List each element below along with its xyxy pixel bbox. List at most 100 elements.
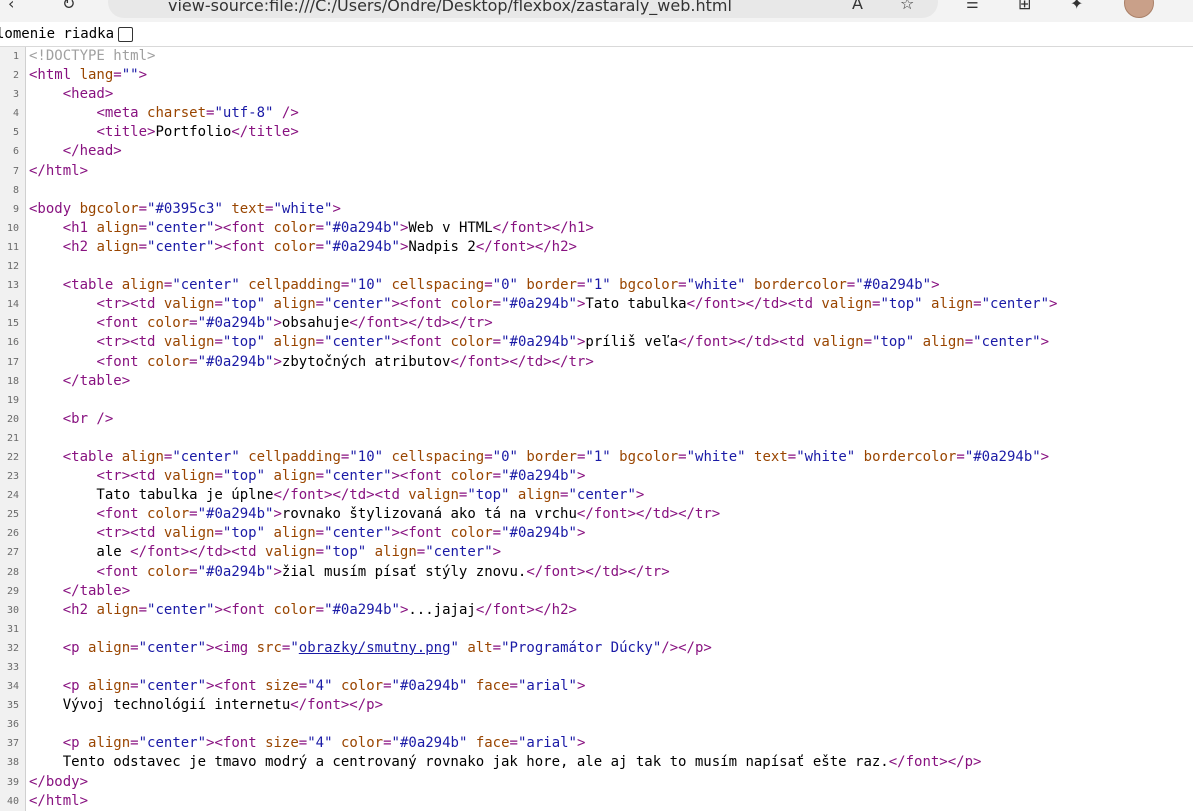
token-tag: <tr><td <box>96 468 164 485</box>
source-line: 13 <table align = "center" cellpadding = "10… <box>0 276 1193 296</box>
line-number: 2 <box>0 66 26 86</box>
token-tag: ><font <box>391 525 451 542</box>
token-tag: > <box>1040 334 1050 351</box>
token-tag: > <box>1040 448 1050 465</box>
token-tag: <font <box>96 563 148 580</box>
add-favorite-icon[interactable]: ☆ <box>900 0 914 13</box>
line-number: 7 <box>0 161 26 181</box>
token-tag: = <box>189 315 198 332</box>
token-text: zbytočných atributov <box>281 353 451 370</box>
token-attr-name: size <box>265 735 299 752</box>
token-tag: <body <box>29 200 80 217</box>
line-code: <!DOCTYPE html> <box>26 47 155 66</box>
token-attr-name: color <box>450 296 493 313</box>
back-icon[interactable]: ‹ <box>8 0 14 14</box>
token-attr-name: align <box>88 639 131 656</box>
line-code: <tr><td valign="top" align="center"><fon… <box>26 467 585 486</box>
token-tag: > <box>138 67 148 84</box>
source-line: 18 </table> <box>0 371 1193 391</box>
token-tag: ><font <box>391 334 451 351</box>
token-tag: <font <box>96 315 148 332</box>
token-tag: = <box>138 601 148 618</box>
line-wrap-label: lomenie riadka <box>0 26 115 42</box>
token-tag: = <box>416 544 426 561</box>
line-number: 39 <box>0 772 26 792</box>
source-line: 31 <box>0 619 1193 639</box>
token-attr-name: face <box>467 678 510 695</box>
line-code: <head> <box>26 85 114 104</box>
token-attr-value: "center" <box>147 601 215 618</box>
token-tag: > <box>332 200 341 217</box>
line-code: <title>Portfolio</title> <box>26 123 298 142</box>
token-attr-value: "arial" <box>517 735 577 752</box>
address-text: view-source:file:///C:/Users/Ondre/Deskt… <box>168 0 732 15</box>
token-attr-name: color <box>147 315 190 332</box>
token-attr-name: color <box>332 678 384 695</box>
token-attr-name: align <box>88 735 131 752</box>
read-aloud-icon[interactable]: A <box>852 0 863 13</box>
token-tag: = <box>214 468 223 485</box>
token-text: žial musím písať stýly znovu. <box>281 563 527 580</box>
source-line: 22 <table align = "center" cellpadding = "10… <box>0 447 1193 468</box>
source-line: 3 <head> <box>0 85 1193 105</box>
token-attr-value: "center" <box>981 296 1050 313</box>
token-tag: /></p> <box>661 639 712 656</box>
address-bar[interactable]: view-source:file:///C:/Users/Ondre/Deskt… <box>108 0 938 18</box>
token-attr-name: border <box>517 448 577 465</box>
token-tag: = <box>956 448 965 465</box>
token-tag: > <box>273 353 282 370</box>
token-tag: = <box>189 563 198 580</box>
line-wrap-checkbox[interactable] <box>118 26 134 42</box>
token-attr-value: "#0a294b" <box>197 506 274 523</box>
token-text: obsahuje <box>281 315 350 332</box>
token-attr-name: color <box>147 353 190 370</box>
token-tag: <table <box>62 277 122 294</box>
source-line: 4 <meta charset="utf-8" /> <box>0 104 1193 124</box>
extensions-icon[interactable]: ✦ <box>1070 0 1083 14</box>
source-line: 20 <br /> <box>0 409 1193 429</box>
token-tag: = <box>678 277 687 294</box>
line-code: <h2 align="center"><font color="#0a294b"… <box>26 238 577 257</box>
token-tag: ><font <box>391 468 451 485</box>
collections-icon[interactable]: ⊞ <box>1018 0 1031 14</box>
token-attr-name: align <box>265 468 316 485</box>
line-code: <tr><td valign="top" align="center"><fon… <box>26 333 1049 352</box>
line-code: <table align = "center" cellpadding = "10" c… <box>26 276 940 295</box>
line-number: 12 <box>0 257 26 277</box>
source-line: 36 <box>0 715 1193 735</box>
token-attr-name: align <box>366 544 417 561</box>
line-code: <h1 align="center"><font color="#0a294b"… <box>26 219 594 238</box>
token-attr-value: " <box>450 639 459 656</box>
token-attr-name: align <box>265 525 316 542</box>
token-attr-name: cellpadding <box>239 448 341 465</box>
token-attr-value: "top" <box>222 334 266 351</box>
token-tag: = <box>138 200 148 217</box>
token-text: príliš veľa <box>585 334 679 351</box>
token-attr-name: color <box>147 563 190 580</box>
token-attr-name: align <box>509 487 561 504</box>
line-number: 18 <box>0 371 26 391</box>
token-text: Tato tabulka <box>585 296 687 313</box>
line-code: </table> <box>26 582 130 601</box>
refresh-icon[interactable]: ↻ <box>62 0 75 14</box>
line-code: <h2 align="center"><font color="#0a294b"… <box>26 601 577 620</box>
token-attr-value: "arial" <box>517 678 577 695</box>
token-attr-value: "center" <box>138 639 207 656</box>
line-code: <p align="center"><font size="4" color="… <box>26 677 586 696</box>
token-src-link[interactable]: obrazky/smutny.png <box>299 640 451 656</box>
token-attr-value: "10" <box>349 448 384 465</box>
token-attr-value: "4" <box>307 735 333 752</box>
token-attr-name: align <box>96 219 139 236</box>
source-line: 24 Tato tabulka je úplne</font></td><td … <box>0 486 1193 506</box>
token-attr-name: valign <box>408 487 459 504</box>
profile-avatar[interactable] <box>1124 0 1154 18</box>
line-code: <body bgcolor="#0395c3" text="white"> <box>26 200 341 219</box>
favorites-icon[interactable]: ☰ <box>966 0 979 14</box>
token-attr-name: src <box>256 639 282 656</box>
token-attr-value: "0" <box>492 448 518 465</box>
